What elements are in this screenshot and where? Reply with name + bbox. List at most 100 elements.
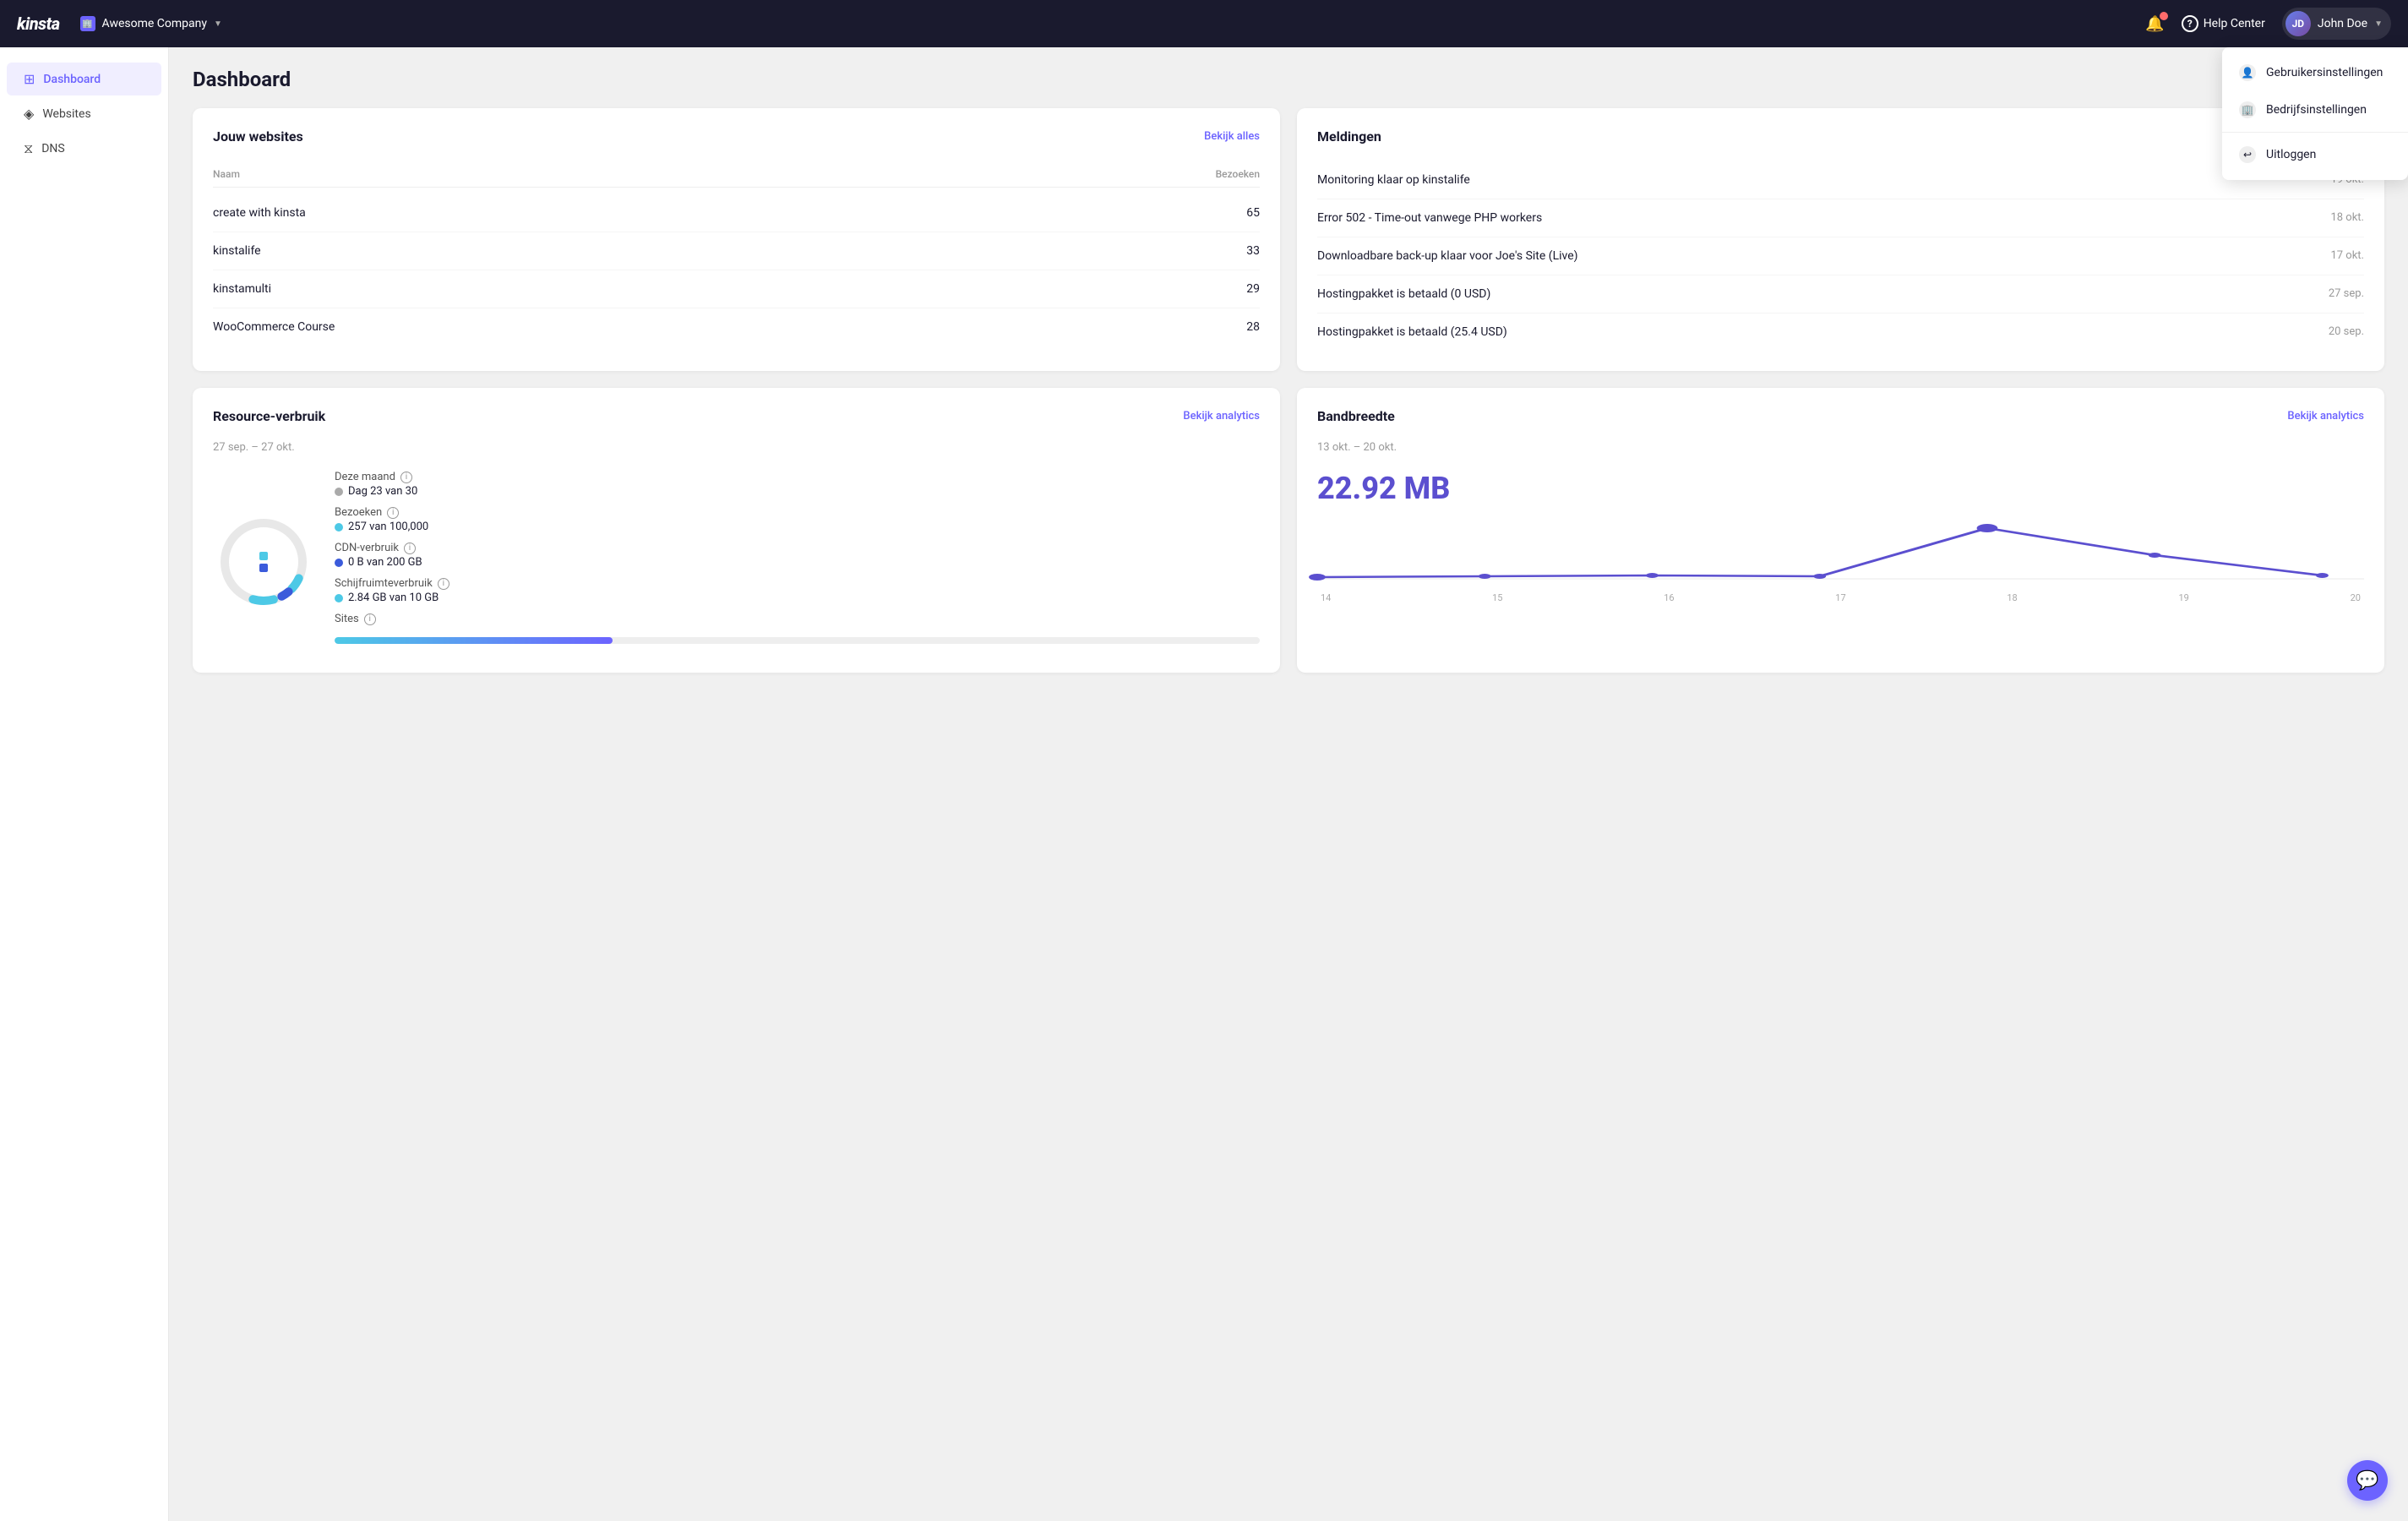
cdn-dot bbox=[335, 559, 343, 567]
resource-card-title: Resource-verbruik bbox=[213, 408, 325, 424]
bandwidth-analytics-link[interactable]: Bekijk analytics bbox=[2287, 410, 2364, 422]
sidebar: ⊞ Dashboard ◈ Websites ⧖ DNS bbox=[0, 47, 169, 1521]
resource-card: Resource-verbruik Bekijk analytics 27 se… bbox=[193, 388, 1280, 673]
website-visits: 65 bbox=[1246, 206, 1260, 220]
website-name: WooCommerce Course bbox=[213, 320, 1246, 334]
resource-card-header: Resource-verbruik Bekijk analytics bbox=[213, 408, 1260, 424]
bandwidth-card: Bandbreedte Bekijk analytics 13 okt. – 2… bbox=[1297, 388, 2384, 673]
top-cards-row: Jouw websites Bekijk alles Naam Bezoeken… bbox=[193, 108, 2384, 371]
chart-label-15: 15 bbox=[1492, 592, 1502, 603]
bezoeken-dot bbox=[335, 523, 343, 532]
bandwidth-value: 22.92 MB bbox=[1317, 471, 2364, 506]
notification-date: 18 okt. bbox=[2330, 211, 2364, 224]
chart-labels: 14 15 16 17 18 19 20 bbox=[1317, 592, 2364, 603]
sites-info-icon[interactable]: i bbox=[364, 613, 376, 625]
website-visits: 29 bbox=[1246, 282, 1260, 296]
meldingen-card-header: Meldingen Bekijk alles bbox=[1317, 128, 2364, 144]
user-menu-button[interactable]: JD John Doe ▼ bbox=[2282, 8, 2391, 40]
stat-cdn: CDN-verbruik i 0 B van 200 GB bbox=[335, 542, 1260, 569]
kinsta-logo: kinsta bbox=[17, 14, 60, 34]
help-icon: ? bbox=[2182, 15, 2198, 32]
notification-text: Error 502 - Time-out vanwege PHP workers bbox=[1317, 211, 2330, 225]
col-visits-label: Bezoeken bbox=[1216, 168, 1260, 180]
bottom-cards-row: Resource-verbruik Bekijk analytics 27 se… bbox=[193, 388, 2384, 673]
chart-label-17: 17 bbox=[1835, 592, 1845, 603]
dropdown-item-bedrijfsinstellingen[interactable]: 🏢 Bedrijfsinstellingen bbox=[2222, 91, 2408, 128]
websites-bekijk-alles-link[interactable]: Bekijk alles bbox=[1204, 130, 1260, 143]
sidebar-label-websites: Websites bbox=[42, 107, 90, 121]
sidebar-item-dns[interactable]: ⧖ DNS bbox=[7, 132, 161, 166]
stat-deze-maand: Deze maand i Dag 23 van 30 bbox=[335, 471, 1260, 498]
notification-item[interactable]: Downloadbare back-up klaar voor Joe's Si… bbox=[1317, 237, 2364, 275]
dropdown-item-uitloggen[interactable]: ↩ Uitloggen bbox=[2222, 136, 2408, 173]
notification-item[interactable]: Hostingpakket is betaald (0 USD)27 sep. bbox=[1317, 275, 2364, 313]
resource-analytics-link[interactable]: Bekijk analytics bbox=[1183, 410, 1260, 422]
donut-dot-teal bbox=[259, 552, 268, 560]
table-row[interactable]: create with kinsta65 bbox=[213, 194, 1260, 232]
chart-label-16: 16 bbox=[1664, 592, 1674, 603]
donut-dot-blue bbox=[259, 564, 268, 572]
meldingen-list: Monitoring klaar op kinstalife19 okt.Err… bbox=[1317, 161, 2364, 351]
websites-table-header: Naam Bezoeken bbox=[213, 161, 1260, 188]
notification-badge bbox=[2160, 12, 2168, 20]
stat-schijf-label: Schijfruimteverbruik i bbox=[335, 577, 1260, 590]
notification-item[interactable]: Hostingpakket is betaald (25.4 USD)20 se… bbox=[1317, 313, 2364, 351]
website-name: kinstalife bbox=[213, 244, 1246, 258]
notification-date: 20 sep. bbox=[2329, 325, 2364, 338]
sidebar-label-dns: DNS bbox=[41, 142, 65, 155]
website-name: kinstamulti bbox=[213, 282, 1246, 296]
notification-text: Hostingpakket is betaald (0 USD) bbox=[1317, 287, 2329, 301]
company-selector[interactable]: 🏢 Awesome Company ▼ bbox=[80, 16, 222, 31]
dns-icon: ⧖ bbox=[24, 140, 33, 157]
table-row[interactable]: kinstalife33 bbox=[213, 232, 1260, 270]
websites-card-title: Jouw websites bbox=[213, 128, 303, 144]
schijf-info-icon[interactable]: i bbox=[438, 578, 449, 590]
user-name: John Doe bbox=[2318, 17, 2367, 30]
bezoeken-info-icon[interactable]: i bbox=[387, 507, 399, 519]
stat-cdn-value: 0 B van 200 GB bbox=[335, 556, 1260, 569]
chart-label-18: 18 bbox=[2007, 592, 2017, 603]
bandwidth-card-header: Bandbreedte Bekijk analytics bbox=[1317, 408, 2364, 424]
sidebar-item-dashboard[interactable]: ⊞ Dashboard bbox=[7, 63, 161, 95]
notification-item[interactable]: Monitoring klaar op kinstalife19 okt. bbox=[1317, 161, 2364, 199]
chart-label-20: 20 bbox=[2351, 592, 2361, 603]
chart-label-14: 14 bbox=[1321, 592, 1331, 603]
sidebar-label-dashboard: Dashboard bbox=[43, 73, 101, 86]
notification-item[interactable]: Error 502 - Time-out vanwege PHP workers… bbox=[1317, 199, 2364, 237]
schijf-dot bbox=[335, 594, 343, 602]
bandwidth-date-range: 13 okt. – 20 okt. bbox=[1317, 441, 2364, 454]
sidebar-item-websites[interactable]: ◈ Websites bbox=[7, 97, 161, 130]
meldingen-card-title: Meldingen bbox=[1317, 128, 1381, 144]
donut-center bbox=[259, 552, 268, 572]
cdn-info-icon[interactable]: i bbox=[404, 542, 416, 554]
gebruikersinstellingen-icon: 👤 bbox=[2239, 64, 2256, 81]
stat-deze-maand-value: Dag 23 van 30 bbox=[335, 485, 1260, 498]
dropdown-divider bbox=[2222, 132, 2408, 133]
notification-text: Monitoring klaar op kinstalife bbox=[1317, 173, 2330, 187]
header-right: 🔔 ? Help Center JD John Doe ▼ bbox=[2145, 8, 2391, 40]
deze-maand-info-icon[interactable]: i bbox=[400, 472, 412, 483]
stat-cdn-label: CDN-verbruik i bbox=[335, 542, 1260, 554]
dropdown-item-gebruikersinstellingen[interactable]: 👤 Gebruikersinstellingen bbox=[2222, 54, 2408, 91]
user-dropdown-menu: 👤 Gebruikersinstellingen 🏢 Bedrijfsinste… bbox=[2222, 47, 2408, 180]
donut-chart bbox=[213, 511, 314, 613]
stat-bezoeken-value: 257 van 100,000 bbox=[335, 521, 1260, 533]
websites-table-body: create with kinsta65kinstalife33kinstamu… bbox=[213, 194, 1260, 346]
stat-bezoeken-label: Bezoeken i bbox=[335, 506, 1260, 519]
chat-button[interactable]: 💬 bbox=[2347, 1460, 2388, 1501]
avatar: JD bbox=[2285, 11, 2311, 36]
resource-stats: Deze maand i Dag 23 van 30 Bezoeken bbox=[335, 471, 1260, 652]
dropdown-label-uitloggen: Uitloggen bbox=[2266, 148, 2316, 161]
table-row[interactable]: WooCommerce Course28 bbox=[213, 308, 1260, 346]
notifications-button[interactable]: 🔔 bbox=[2145, 15, 2164, 33]
resource-content: Deze maand i Dag 23 van 30 Bezoeken bbox=[213, 471, 1260, 652]
stat-sites-label: Sites i bbox=[335, 613, 1260, 625]
table-row[interactable]: kinstamulti29 bbox=[213, 270, 1260, 308]
website-visits: 28 bbox=[1246, 320, 1260, 334]
stat-bezoeken: Bezoeken i 257 van 100,000 bbox=[335, 506, 1260, 533]
dropdown-label-bedrijfsinstellingen: Bedrijfsinstellingen bbox=[2266, 103, 2367, 117]
help-button[interactable]: ? Help Center bbox=[2182, 15, 2265, 32]
stat-schijf-value: 2.84 GB van 10 GB bbox=[335, 592, 1260, 604]
uitloggen-icon: ↩ bbox=[2239, 146, 2256, 163]
stat-sites: Sites i bbox=[335, 613, 1260, 644]
